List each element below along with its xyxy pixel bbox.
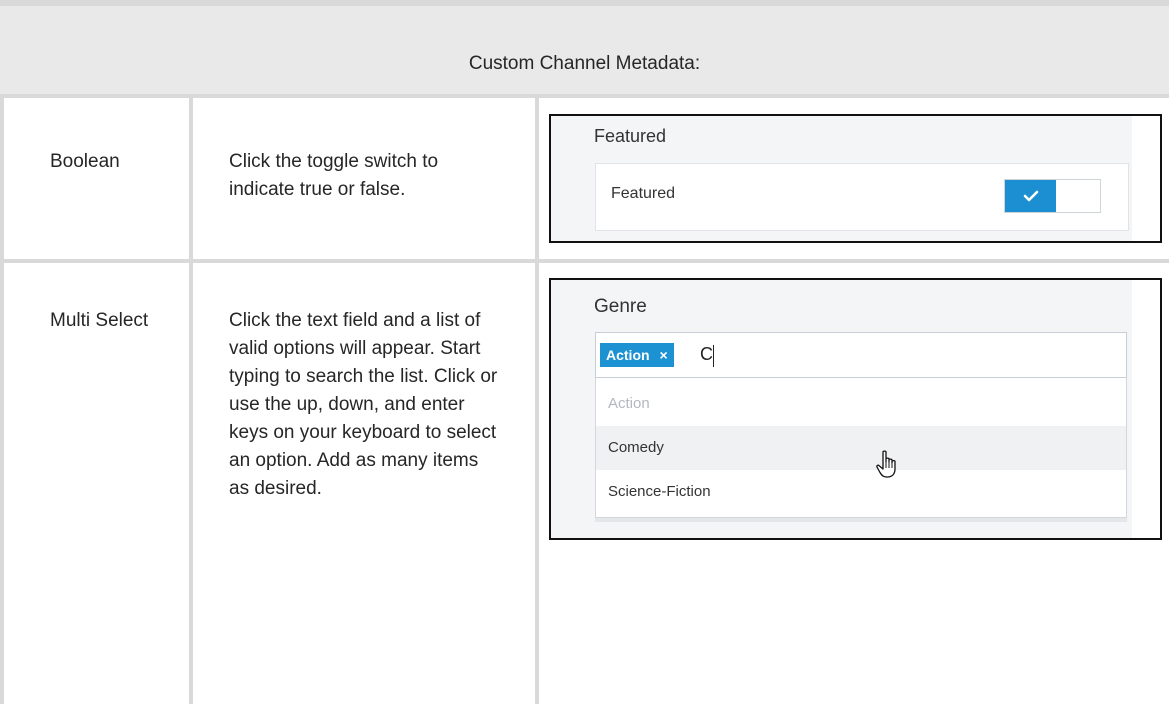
genre-section-title: Genre <box>594 296 647 317</box>
metadata-table: Custom Channel Metadata: Boolean Click t… <box>0 0 1169 704</box>
featured-field-label: Featured <box>611 185 676 202</box>
selected-tag-action: Action × <box>600 343 674 367</box>
checkmark-icon <box>1023 190 1038 202</box>
dropdown-shadow <box>595 518 1127 522</box>
boolean-example-screenshot: Featured Featured <box>549 114 1162 243</box>
tag-remove-icon[interactable]: × <box>659 347 667 363</box>
table-border-left <box>0 98 4 704</box>
featured-toggle-switch[interactable] <box>1004 179 1101 213</box>
option-action-disabled: Action <box>596 382 1126 426</box>
row-description-multiselect: Click the text field and a list of valid… <box>229 310 498 499</box>
hand-pointer-cursor-icon <box>876 450 896 478</box>
multiselect-example-screenshot: Genre Action × C Action Comedy Science-F… <box>549 278 1162 540</box>
table-column-divider <box>535 98 539 704</box>
option-science-fiction[interactable]: Science-Fiction <box>596 470 1126 514</box>
table-row-divider <box>0 259 1169 263</box>
toggle-on-segment <box>1005 180 1056 212</box>
row-type-multiselect: Multi Select <box>50 310 149 331</box>
options-dropdown: Action Comedy Science-Fiction <box>595 378 1127 518</box>
table-header: Custom Channel Metadata: <box>0 0 1169 98</box>
text-caret <box>713 345 714 367</box>
row-description-boolean: Click the toggle switch to indicate true… <box>229 151 439 200</box>
option-comedy[interactable]: Comedy <box>596 426 1126 470</box>
genre-multiselect-input[interactable]: Action × C <box>595 332 1127 378</box>
table-column-divider <box>189 98 193 704</box>
row-type-boolean: Boolean <box>50 151 120 172</box>
featured-section-title: Featured <box>594 126 667 146</box>
selected-tag-label: Action <box>606 347 650 363</box>
typed-search-text: C <box>700 344 713 364</box>
table-header-title: Custom Channel Metadata: <box>468 53 701 74</box>
featured-field-panel: Featured <box>595 163 1129 231</box>
